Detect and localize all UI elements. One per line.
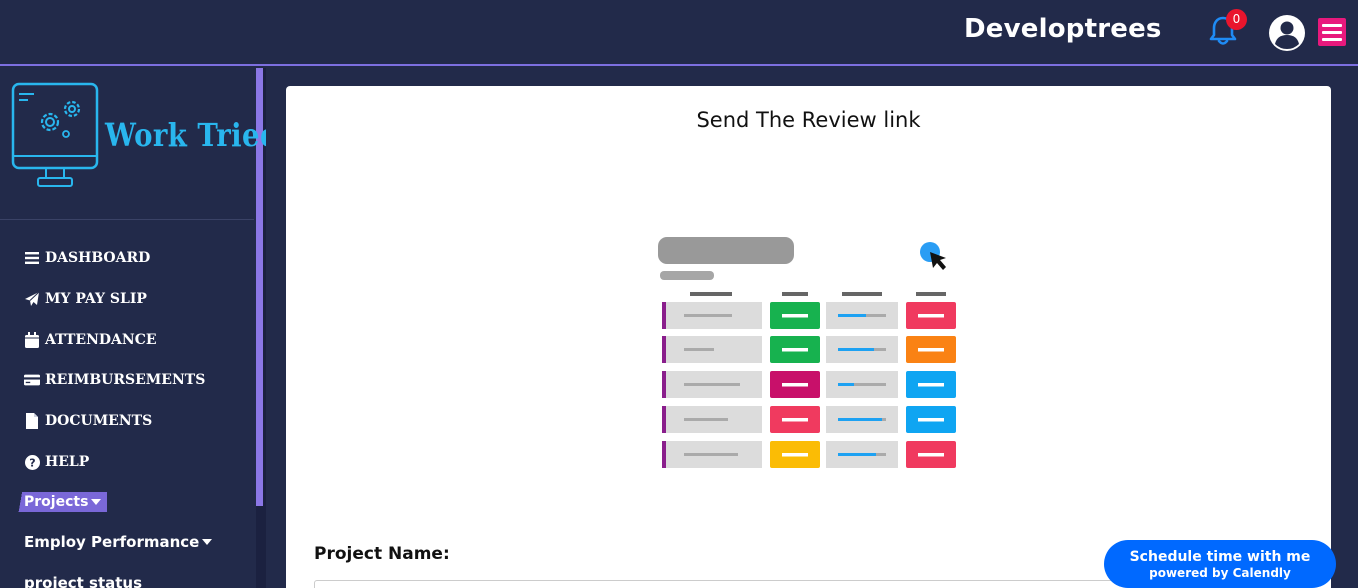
calendly-title: Schedule time with me — [1129, 549, 1311, 565]
chevron-down-icon — [202, 539, 213, 545]
sidebar-item-label: REIMBURSEMENTS — [45, 372, 206, 388]
sidebar-item-dashboard[interactable]: DASHBOARD — [24, 247, 150, 269]
user-circle-icon[interactable] — [1268, 14, 1306, 52]
logo-text: Work Tried — [105, 116, 280, 154]
notification-badge: 0 — [1226, 9, 1247, 30]
sidebar-item-documents[interactable]: DOCUMENTS — [24, 410, 152, 432]
sidebar-item-my-pay-slip[interactable]: MY PAY SLIP — [24, 288, 147, 310]
paper-plane-icon — [24, 291, 40, 307]
sidebar-item-projects[interactable]: Projects — [14, 492, 108, 512]
project-name-label: Project Name: — [314, 544, 450, 564]
sidebar-item-employ-performance[interactable]: Employ Performance — [24, 531, 213, 553]
calendar-icon — [24, 332, 40, 348]
sidebar-item-attendance[interactable]: ATTENDANCE — [24, 329, 157, 351]
calendly-schedule-button[interactable]: Schedule time with me powered by Calendl… — [1104, 540, 1336, 588]
sidebar-item-label: DOCUMENTS — [45, 413, 153, 429]
project-name-field[interactable] — [314, 580, 1154, 588]
sidebar-item-label: DASHBOARD — [45, 250, 151, 266]
calendly-subtitle: powered by Calendly — [1149, 566, 1291, 580]
sidebar-item-label: ATTENDANCE — [45, 332, 157, 348]
sidebar-item-reimbursements[interactable]: REIMBURSEMENTS — [24, 369, 205, 391]
sidebar-divider — [0, 219, 254, 220]
sidebar-item-label: HELP — [45, 454, 90, 470]
credit-card-icon — [24, 372, 40, 388]
chevron-down-icon — [91, 499, 102, 505]
employ-performance-label: Employ Performance — [24, 533, 200, 551]
file-icon — [24, 413, 40, 429]
sidebar-item-label: MY PAY SLIP — [45, 291, 147, 307]
hamburger-menu-icon[interactable] — [1318, 18, 1346, 46]
brand-name: Developtrees — [964, 14, 1162, 44]
sidebar-item-help[interactable]: ? HELP — [24, 451, 89, 473]
svg-text:?: ? — [29, 456, 35, 469]
projects-label: Projects — [24, 494, 89, 510]
sidebar-item-project-status[interactable]: project status — [24, 572, 142, 588]
review-illustration — [650, 230, 970, 480]
page-title: Send The Review link — [696, 108, 921, 132]
question-circle-icon: ? — [24, 454, 40, 470]
project-status-label: project status — [24, 574, 143, 588]
bars-icon — [24, 250, 40, 266]
